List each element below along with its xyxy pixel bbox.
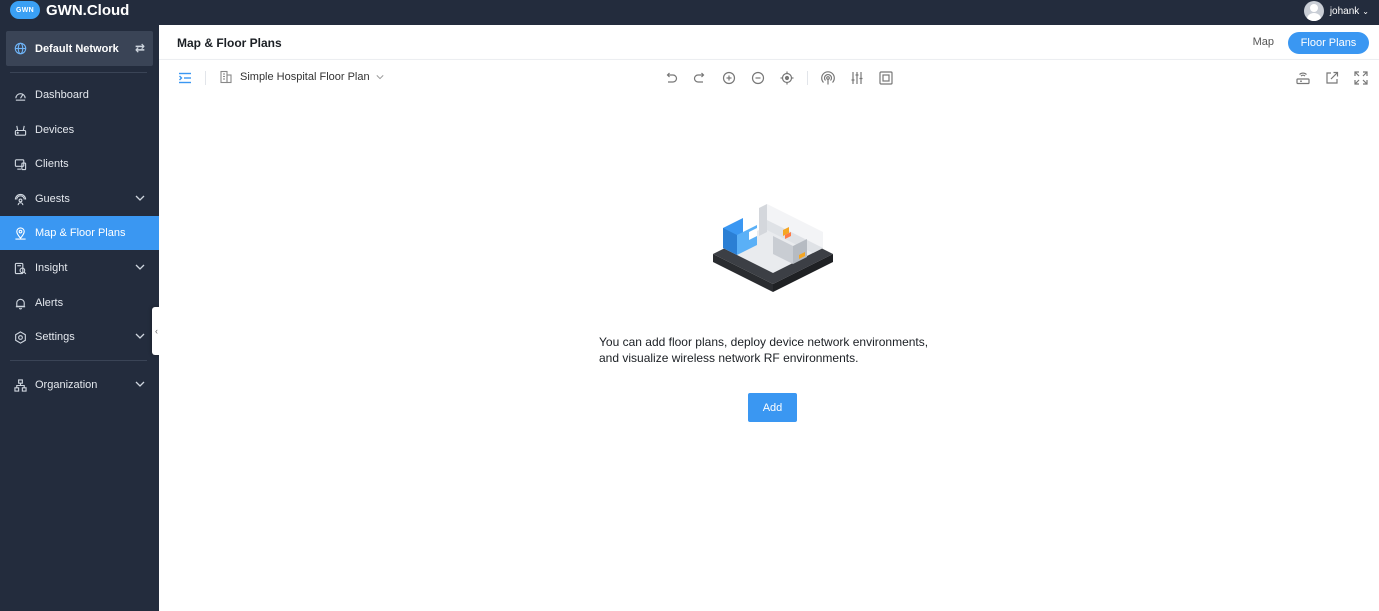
guests-icon (14, 193, 27, 205)
chevron-left-icon: ‹ (155, 326, 158, 336)
globe-icon (14, 42, 27, 55)
sidebar-item-label: Devices (35, 124, 75, 136)
add-floor-plan-button[interactable]: Add (748, 393, 797, 422)
sidebar-item-clients[interactable]: Clients (0, 147, 159, 181)
empty-state-line-2: and visualize wireless network RF enviro… (599, 351, 859, 365)
floor-plan-illustration (713, 204, 833, 292)
toolbar-divider (807, 71, 808, 85)
sidebar-divider (10, 360, 147, 361)
sidebar-item-label: Guests (35, 193, 70, 205)
bell-icon (15, 298, 26, 309)
sidebar-item-label: Settings (35, 331, 75, 343)
top-bar: GWN GWN.Cloud johank ⌄ (0, 0, 1379, 25)
logo-text: GWN.Cloud (46, 1, 130, 19)
network-name: Default Network (35, 42, 119, 55)
sidebar-item-settings[interactable]: Settings (0, 320, 159, 354)
chevron-down-icon (135, 195, 145, 201)
empty-state-line-1: You can add floor plans, deploy device n… (599, 335, 929, 349)
user-name: johank (1329, 5, 1360, 17)
map-pin-icon (15, 226, 26, 240)
sidebar-item-map-floor-plans[interactable]: Map & Floor Plans (0, 216, 159, 250)
avatar (1303, 1, 1324, 21)
export-icon[interactable] (1325, 71, 1339, 85)
sidebar: Default Network ⇄ Dashboard Devices Clie… (0, 25, 159, 611)
dashboard-icon (15, 92, 26, 101)
redo-icon[interactable] (693, 71, 707, 85)
locate-icon[interactable] (780, 71, 794, 85)
page-title: Map & Floor Plans (177, 36, 282, 50)
sidebar-item-alerts[interactable]: Alerts (0, 286, 159, 320)
clients-icon (14, 158, 27, 170)
floor-plan-canvas: You can add floor plans, deploy device n… (159, 96, 1379, 611)
user-menu[interactable]: johank ⌄ (1303, 1, 1369, 21)
insight-icon (14, 262, 27, 274)
chevron-down-icon (135, 333, 145, 339)
sidebar-item-devices[interactable]: Devices (0, 113, 159, 147)
zoom-in-icon[interactable] (722, 71, 736, 85)
toolbar-divider (205, 71, 206, 85)
signal-icon[interactable] (821, 71, 835, 85)
sidebar-item-insight[interactable]: Insight (0, 251, 159, 285)
sidebar-item-label: Organization (35, 379, 98, 391)
logo-badge: GWN (10, 1, 40, 19)
chevron-down-icon: ⌄ (1362, 6, 1369, 16)
sidebar-item-dashboard[interactable]: Dashboard (0, 78, 159, 112)
empty-state-message: You can add floor plans, deploy device n… (599, 334, 959, 366)
chevron-down-icon (376, 75, 384, 80)
list-toggle-icon[interactable] (178, 71, 192, 85)
sidebar-item-label: Alerts (35, 297, 64, 309)
floor-plan-toolbar: Simple Hospital Floor Plan (159, 60, 1379, 96)
fit-screen-icon[interactable] (879, 71, 893, 85)
gear-icon (15, 330, 26, 344)
sidebar-divider (10, 72, 147, 73)
zoom-out-icon[interactable] (751, 71, 765, 85)
sidebar-item-label: Map & Floor Plans (35, 227, 126, 239)
chevron-down-icon (135, 264, 145, 270)
sidebar-item-label: Dashboard (35, 89, 89, 101)
floor-plan-name: Simple Hospital Floor Plan (240, 71, 370, 83)
building-icon (220, 70, 232, 84)
tab-map[interactable]: Map (1253, 36, 1274, 48)
app-logo[interactable]: GWN GWN.Cloud (10, 1, 129, 19)
sliders-icon[interactable] (850, 71, 864, 85)
sidebar-item-guests[interactable]: Guests (0, 182, 159, 216)
sidebar-item-label: Insight (35, 262, 68, 274)
undo-icon[interactable] (664, 71, 678, 85)
floor-plan-selector[interactable]: Simple Hospital Floor Plan (219, 70, 391, 84)
sidebar-item-organization[interactable]: Organization (0, 368, 159, 402)
organization-icon (14, 378, 27, 392)
router-icon[interactable] (1296, 71, 1310, 85)
devices-icon (14, 125, 27, 136)
sidebar-item-label: Clients (35, 158, 69, 170)
network-selector[interactable]: Default Network ⇄ (6, 31, 153, 66)
page-header: Map & Floor Plans Map Floor Plans (159, 25, 1379, 60)
tab-floor-plans[interactable]: Floor Plans (1288, 32, 1369, 54)
fullscreen-icon[interactable] (1354, 71, 1368, 85)
chevron-down-icon (135, 381, 145, 387)
swap-icon[interactable]: ⇄ (135, 41, 145, 55)
